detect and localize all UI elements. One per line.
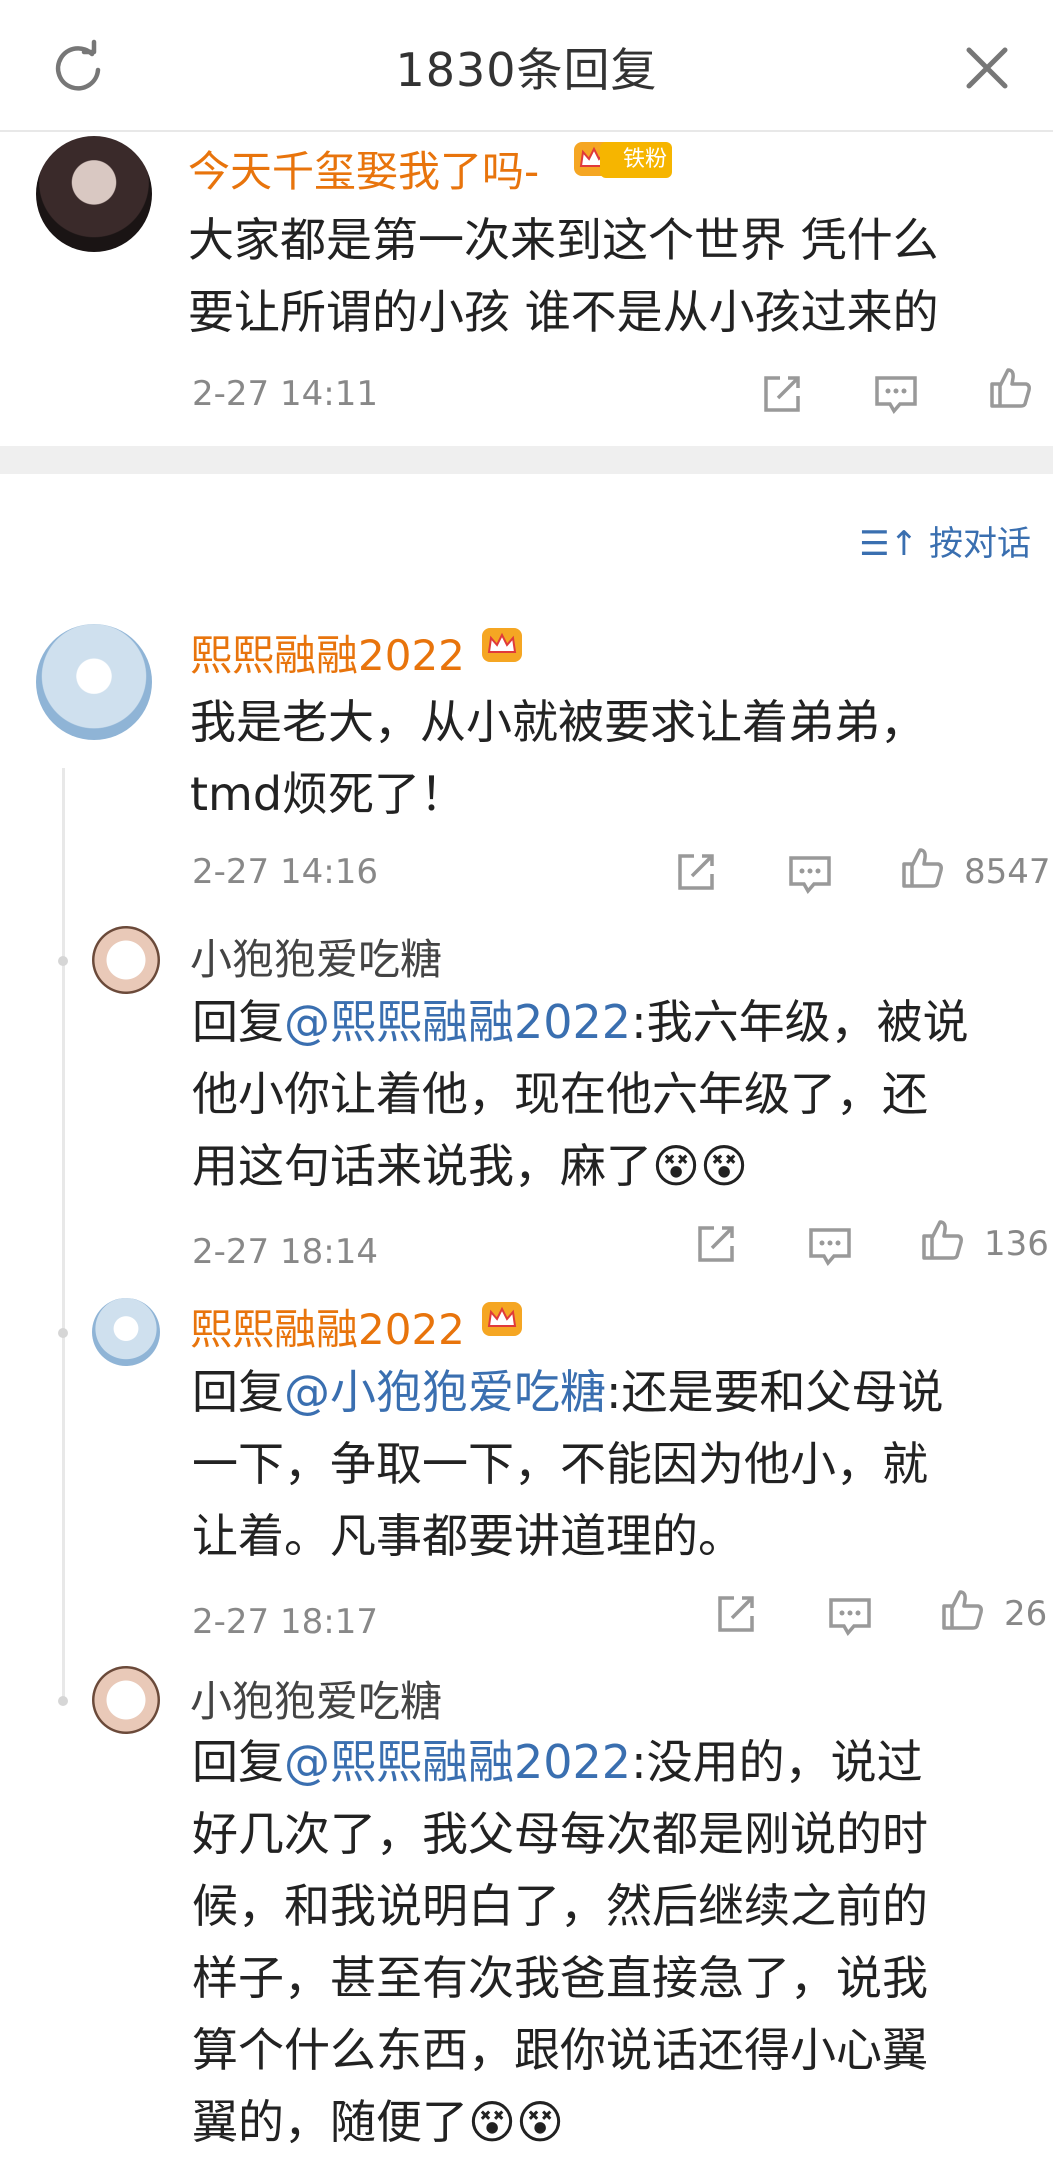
like-icon[interactable] (938, 1586, 986, 1634)
comment-icon[interactable] (786, 850, 834, 898)
top-bar: 1830条回复 (0, 0, 1053, 132)
crown-icon (482, 1302, 522, 1336)
sort-by-conversation[interactable]: ☰↑ 按对话 (859, 516, 1031, 565)
avatar[interactable] (92, 926, 160, 994)
avatar[interactable] (36, 136, 152, 252)
comment-icon[interactable] (826, 1592, 874, 1640)
like-icon[interactable] (986, 364, 1034, 412)
like-count: 26 (1004, 1594, 1048, 1634)
username[interactable]: 熙熙融融2022 (190, 622, 465, 683)
fan-badge: 铁粉 (600, 142, 672, 178)
comment-icon[interactable] (872, 370, 920, 418)
thread-dot (58, 1696, 68, 1706)
timestamp: 2-27 18:17 (192, 1602, 378, 1642)
mention-link[interactable]: @熙熙融融2022 (284, 1735, 631, 1789)
avatar[interactable] (92, 1298, 160, 1366)
comment-text: 我是老大，从小就被要求让着弟弟， tmd烦死了！ (190, 695, 926, 821)
username[interactable]: 熙熙融融2022 (190, 1296, 465, 1357)
comment-icon[interactable] (806, 1222, 854, 1270)
username[interactable]: 小狍狍爱吃糖 (190, 1668, 442, 1729)
emoji-icon: 😵😵 (652, 1139, 748, 1193)
thread-line (62, 768, 65, 1702)
username[interactable]: 今天千玺娶我了吗- (188, 138, 539, 199)
reply-text: 回复@小狍狍爱吃糖:还是要和父母说 一下，争取一下，不能因为他小，就 让着。凡事… (192, 1365, 944, 1563)
comment-text: 大家都是第一次来到这个世界 凭什么 要让所谓的小孩 谁不是从小孩过来的 (188, 213, 939, 339)
avatar[interactable] (92, 1666, 160, 1734)
thread-dot (58, 1328, 68, 1338)
avatar[interactable] (36, 624, 152, 740)
username[interactable]: 小狍狍爱吃糖 (190, 926, 442, 987)
section-divider (0, 446, 1053, 474)
timestamp: 2-27 14:11 (192, 374, 378, 414)
like-count: 8547 (964, 852, 1051, 892)
thread-dot (58, 956, 68, 966)
timestamp: 2-27 18:14 (192, 1232, 378, 1272)
like-count: 136 (984, 1224, 1049, 1264)
page-title: 1830条回复 (395, 43, 658, 97)
reply-text: 回复@熙熙融融2022:我六年级，被说 他小你让着他，现在他六年级了，还 用这句… (192, 995, 969, 1193)
share-icon[interactable] (712, 1590, 760, 1638)
share-icon[interactable] (758, 370, 806, 418)
sort-icon: ☰↑ (859, 524, 919, 564)
close-icon[interactable] (957, 38, 1017, 98)
like-icon[interactable] (918, 1216, 966, 1264)
crown-icon (482, 628, 522, 662)
share-icon[interactable] (672, 848, 720, 896)
reply-text: 回复@熙熙融融2022:没用的，说过 好几次了，我父母每次都是刚说的时 候，和我… (192, 1735, 928, 2149)
share-icon[interactable] (692, 1220, 740, 1268)
mention-link[interactable]: @小狍狍爱吃糖 (284, 1365, 606, 1419)
timestamp: 2-27 14:16 (192, 852, 378, 892)
like-icon[interactable] (898, 844, 946, 892)
mention-link[interactable]: @熙熙融融2022 (284, 995, 631, 1049)
